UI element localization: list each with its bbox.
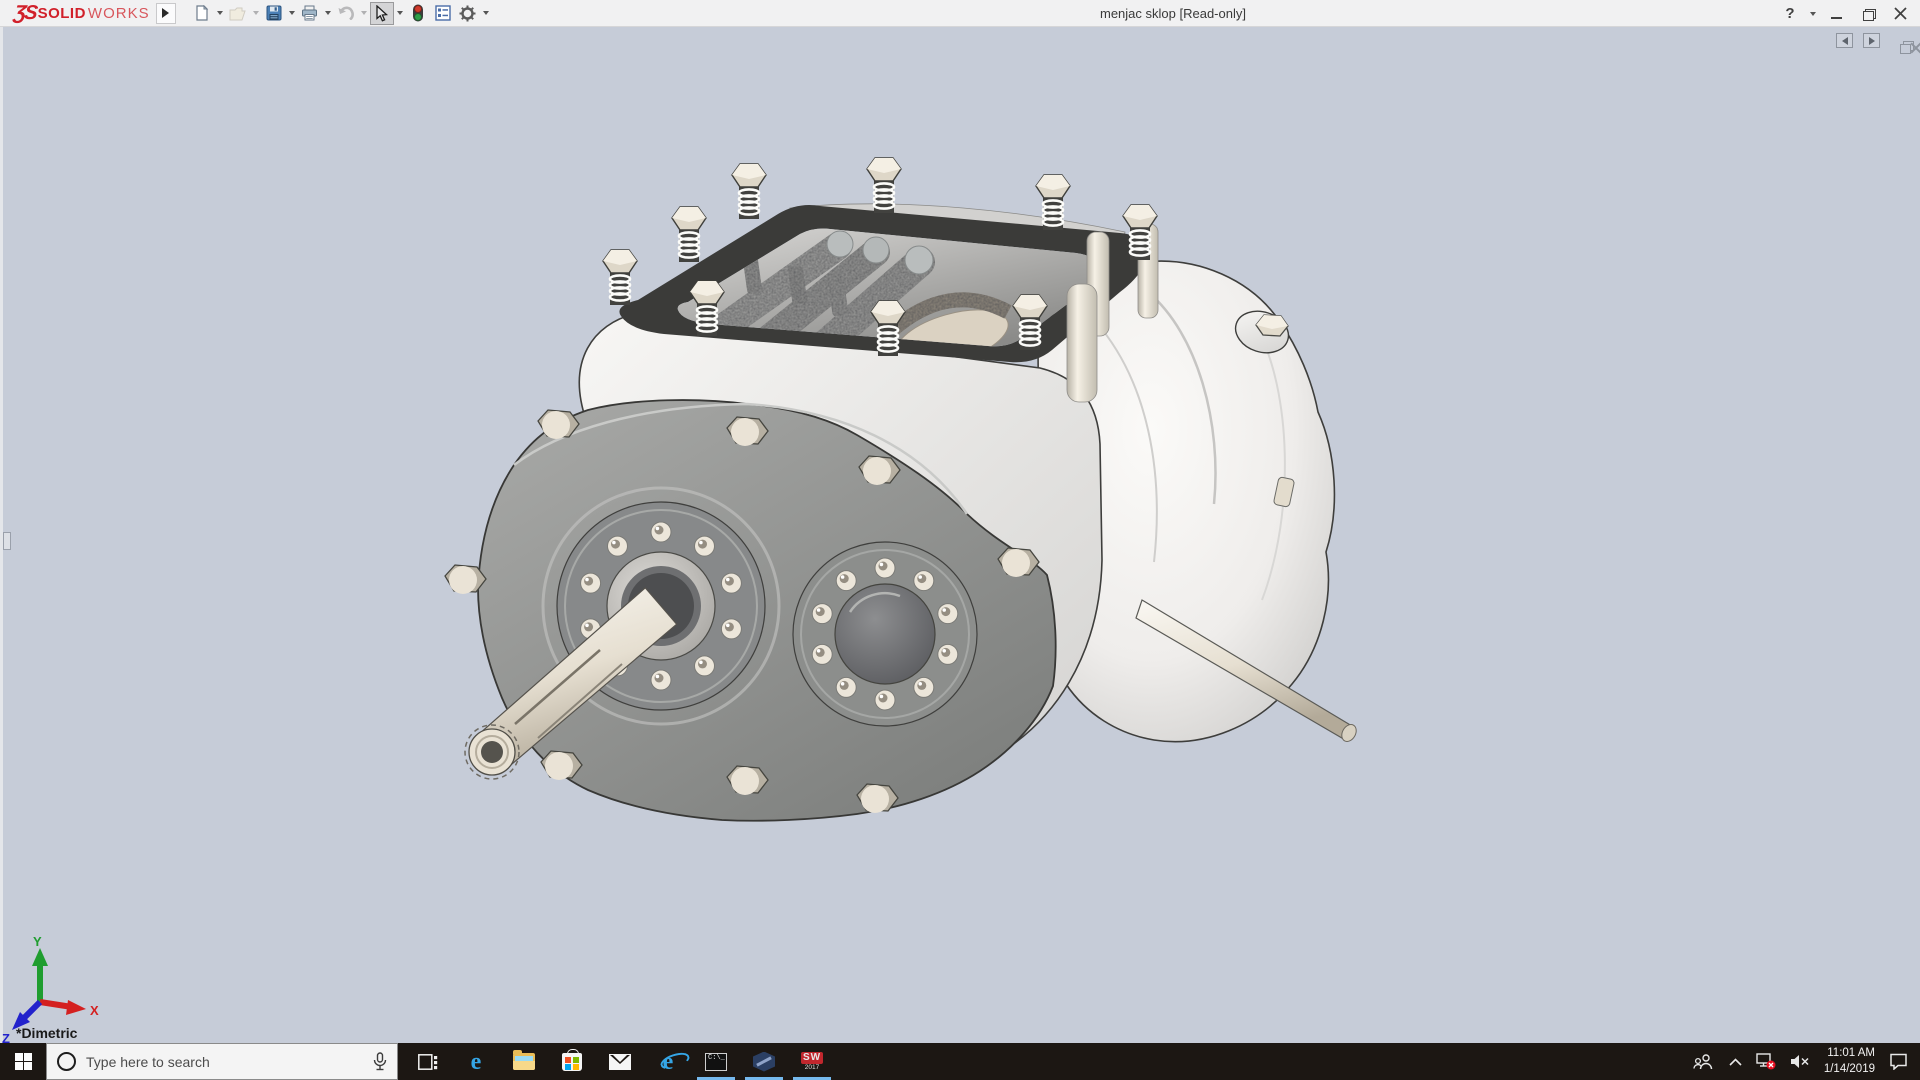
title-bar: ƷS SOLIDWORKS (0, 0, 1920, 27)
mail-icon (609, 1054, 631, 1070)
display-options-button[interactable] (431, 2, 455, 25)
save-dropdown[interactable] (287, 2, 297, 25)
standard-toolbar (190, 2, 491, 25)
cortana-icon (57, 1052, 76, 1071)
select-tool-dropdown[interactable] (395, 2, 405, 25)
people-button[interactable] (1693, 1054, 1715, 1070)
taskbar-app-icons: e e C:\_ SW (404, 1043, 836, 1080)
windows-logo-icon (15, 1053, 32, 1070)
left-arrow-icon (1842, 37, 1848, 45)
close-icon (1894, 7, 1907, 20)
taskbar-mail[interactable] (596, 1043, 644, 1080)
store-icon (562, 1053, 582, 1071)
view-orientation-label: *Dimetric (16, 1025, 77, 1041)
task-view-button[interactable] (404, 1043, 452, 1080)
taskbar-file-explorer[interactable] (500, 1043, 548, 1080)
action-center-button[interactable] (1889, 1053, 1908, 1070)
rebuild-button[interactable] (406, 2, 430, 25)
open-folder-icon (229, 6, 246, 21)
restore-button[interactable] (1854, 2, 1882, 26)
document-window-controls (1836, 33, 1910, 48)
print-button[interactable] (298, 2, 322, 25)
file-explorer-icon (513, 1053, 535, 1070)
microphone-icon[interactable] (373, 1052, 387, 1071)
solidworks-2017-icon: SW 2017 (801, 1052, 823, 1072)
select-cursor-icon (375, 5, 389, 22)
graphics-area[interactable]: Y X Z *Dimetric (0, 27, 1920, 1043)
edge-icon: e (471, 1050, 482, 1074)
taskbar-search[interactable] (46, 1043, 398, 1080)
gearbox-3d-model[interactable]: Y X Z (0, 27, 1920, 1043)
taskbar-edrawings[interactable] (740, 1043, 788, 1080)
start-button[interactable] (0, 1043, 46, 1080)
help-dropdown[interactable] (1808, 2, 1818, 25)
settings-dropdown[interactable] (481, 2, 491, 25)
open-button[interactable] (226, 2, 250, 25)
triad-z-label: Z (2, 1031, 10, 1043)
menu-expand-button[interactable] (156, 3, 176, 24)
search-input[interactable] (86, 1054, 363, 1070)
clock-time: 11:01 AM (1824, 1046, 1875, 1062)
solidworks-logo-bold: SOLID (38, 5, 86, 22)
open-dropdown[interactable] (251, 2, 261, 25)
feature-manager-collapsed-handle[interactable] (3, 532, 11, 550)
undo-dropdown[interactable] (359, 2, 369, 25)
new-document-icon (194, 5, 210, 21)
volume-muted-icon[interactable] (1790, 1054, 1810, 1069)
edrawings-icon (753, 1052, 775, 1072)
taskbar-command-prompt[interactable]: C:\_ (692, 1043, 740, 1080)
triad-x-label: X (90, 1003, 99, 1018)
help-button[interactable]: ? (1776, 2, 1804, 26)
triad-y-label: Y (33, 934, 42, 949)
minimize-icon (1831, 17, 1842, 19)
taskbar-edge[interactable]: e (452, 1043, 500, 1080)
windows-taskbar: e e C:\_ SW (0, 1043, 1920, 1080)
save-button[interactable] (262, 2, 286, 25)
previous-pane-button[interactable] (1836, 33, 1853, 48)
close-button[interactable] (1886, 2, 1914, 26)
system-tray: 11:01 AM 1/14/2019 (1693, 1043, 1920, 1080)
taskbar-store[interactable] (548, 1043, 596, 1080)
traffic-light-icon (412, 4, 424, 22)
solidworks-logo-light: WORKS (88, 5, 150, 22)
taskbar-solidworks[interactable]: SW 2017 (788, 1043, 836, 1080)
settings-button[interactable] (456, 2, 480, 25)
undo-icon (337, 6, 355, 20)
secondary-bearing-cover[interactable] (793, 542, 977, 726)
taskbar-internet-explorer[interactable]: e (644, 1043, 692, 1080)
solidworks-logo-mark: ƷS (12, 2, 37, 25)
task-view-icon (418, 1054, 438, 1070)
network-disconnected-icon[interactable] (1756, 1053, 1776, 1070)
new-document-dropdown[interactable] (215, 2, 225, 25)
gear-icon (459, 5, 476, 22)
window-controls: ? (1776, 0, 1914, 27)
save-floppy-icon (266, 5, 282, 21)
solidworks-logo: ƷS SOLIDWORKS (0, 1, 156, 26)
minimize-button[interactable] (1822, 2, 1850, 26)
help-icon: ? (1785, 5, 1794, 22)
new-document-button[interactable] (190, 2, 214, 25)
restore-icon (1863, 9, 1874, 19)
internet-explorer-icon: e (663, 1050, 674, 1074)
undo-button[interactable] (334, 2, 358, 25)
print-dropdown[interactable] (323, 2, 333, 25)
taskbar-clock[interactable]: 11:01 AM 1/14/2019 (1824, 1046, 1875, 1077)
next-pane-button[interactable] (1863, 33, 1880, 48)
hidden-icons-chevron[interactable] (1729, 1058, 1742, 1066)
command-prompt-icon: C:\_ (705, 1053, 727, 1071)
right-arrow-icon (1869, 37, 1875, 45)
clock-date: 1/14/2019 (1824, 1062, 1875, 1078)
document-title: menjac sklop [Read-only] (1100, 0, 1246, 27)
expand-arrow-icon (162, 8, 169, 18)
select-tool-button[interactable] (370, 2, 394, 25)
options-list-icon (435, 5, 451, 21)
print-icon (301, 5, 318, 21)
